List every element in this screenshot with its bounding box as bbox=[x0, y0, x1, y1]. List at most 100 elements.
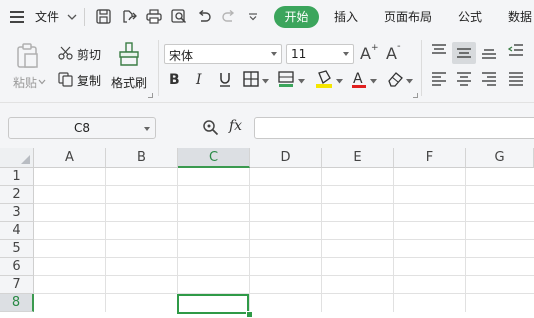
grid-line bbox=[34, 293, 534, 294]
svg-text:+: + bbox=[371, 43, 378, 53]
paste-button[interactable]: 粘贴 bbox=[13, 74, 37, 91]
file-menu[interactable]: 文件 bbox=[35, 0, 59, 34]
tab-page-layout[interactable]: 页面布局 bbox=[384, 0, 432, 34]
column-header-selected[interactable]: C bbox=[178, 148, 250, 168]
fill-handle[interactable] bbox=[246, 311, 253, 318]
print-preview-icon[interactable] bbox=[171, 9, 187, 24]
row-header[interactable]: 2 bbox=[0, 186, 34, 204]
zoom-search-icon[interactable] bbox=[202, 119, 219, 136]
decrease-font-size-icon[interactable]: A - bbox=[386, 42, 404, 62]
chevron-down-icon[interactable] bbox=[67, 13, 77, 21]
chevron-down-icon[interactable] bbox=[406, 79, 413, 84]
format-painter-button[interactable]: 格式刷 bbox=[111, 74, 147, 91]
font-name-value: 宋体 bbox=[169, 49, 194, 63]
increase-font-size-icon[interactable]: A + bbox=[360, 42, 378, 62]
row-header[interactable]: 5 bbox=[0, 240, 34, 258]
svg-text:B: B bbox=[169, 72, 180, 87]
svg-text:I: I bbox=[195, 72, 202, 87]
row-header[interactable]: 7 bbox=[0, 276, 34, 294]
column-header[interactable]: E bbox=[322, 148, 394, 168]
chevron-down-icon bbox=[271, 52, 277, 56]
align-center-icon[interactable] bbox=[456, 72, 472, 86]
row-header[interactable]: 3 bbox=[0, 204, 34, 222]
column-header[interactable]: F bbox=[394, 148, 466, 168]
tab-home[interactable]: 开始 bbox=[274, 6, 319, 28]
grid-line bbox=[177, 168, 178, 312]
decrease-indent-icon[interactable] bbox=[508, 44, 524, 58]
grid-line bbox=[34, 185, 534, 186]
ribbon-toolbar: 粘贴 剪切 复制 格式刷 宋体 11 A + A - B I A bbox=[0, 34, 534, 103]
grid-line bbox=[34, 221, 534, 222]
copy-icon bbox=[58, 72, 73, 87]
active-cell-c8[interactable] bbox=[177, 294, 249, 314]
select-all-button[interactable] bbox=[0, 148, 34, 168]
row-header[interactable]: 1 bbox=[0, 168, 34, 186]
column-header[interactable]: A bbox=[34, 148, 106, 168]
chevron-down-icon[interactable] bbox=[370, 79, 377, 84]
font-name-select[interactable]: 宋体 bbox=[164, 44, 282, 64]
name-box-value: C8 bbox=[73, 121, 90, 135]
align-top-icon[interactable] bbox=[431, 44, 447, 58]
fill-color-icon[interactable] bbox=[315, 70, 333, 89]
grid-line bbox=[249, 168, 250, 312]
align-middle-button[interactable] bbox=[452, 42, 476, 64]
save-icon[interactable] bbox=[96, 9, 111, 24]
select-all-triangle-icon bbox=[21, 155, 30, 164]
name-box[interactable]: C8 bbox=[8, 117, 156, 139]
align-middle-icon bbox=[457, 48, 471, 58]
italic-icon[interactable]: I bbox=[194, 71, 206, 87]
redo-icon[interactable] bbox=[222, 10, 236, 23]
cell-style-icon[interactable] bbox=[278, 70, 296, 88]
formula-input[interactable] bbox=[254, 117, 534, 139]
spreadsheet-grid[interactable]: A B C D E F G 1 2 3 4 5 6 7 8 bbox=[0, 148, 534, 318]
borders-icon[interactable] bbox=[243, 71, 259, 87]
align-left-icon[interactable] bbox=[431, 72, 447, 86]
svg-text:A: A bbox=[353, 71, 363, 87]
print-icon[interactable] bbox=[146, 9, 162, 24]
align-right-icon[interactable] bbox=[481, 72, 497, 86]
paste-icon[interactable] bbox=[16, 43, 40, 69]
menu-divider bbox=[84, 8, 85, 26]
grid-line bbox=[105, 168, 106, 312]
grid-line bbox=[393, 168, 394, 312]
bold-icon[interactable]: B bbox=[168, 71, 182, 87]
undo-icon[interactable] bbox=[197, 10, 211, 23]
tab-formulas[interactable]: 公式 bbox=[458, 0, 482, 34]
underline-icon[interactable] bbox=[218, 71, 232, 88]
svg-text:A: A bbox=[386, 44, 397, 62]
paste-dropdown-icon[interactable] bbox=[38, 79, 46, 85]
font-color-icon[interactable]: A bbox=[351, 70, 367, 89]
column-header[interactable]: G bbox=[466, 148, 534, 168]
insert-function-button[interactable]: fx bbox=[229, 118, 242, 134]
chevron-down-icon[interactable] bbox=[144, 127, 150, 131]
menu-bar: 文件 开始 插入 页面布局 公式 数据 bbox=[0, 0, 534, 34]
row-header-selected[interactable]: 8 bbox=[0, 294, 34, 312]
font-size-value: 11 bbox=[291, 47, 307, 61]
quick-access-dropdown-icon[interactable] bbox=[248, 13, 258, 21]
export-icon[interactable] bbox=[121, 9, 137, 24]
column-header[interactable]: D bbox=[250, 148, 322, 168]
grid-line bbox=[34, 203, 534, 204]
align-bottom-icon[interactable] bbox=[481, 45, 497, 59]
column-header[interactable]: B bbox=[106, 148, 178, 168]
chevron-down-icon[interactable] bbox=[336, 79, 343, 84]
justify-icon[interactable] bbox=[508, 72, 524, 86]
cut-button[interactable]: 剪切 bbox=[77, 46, 101, 63]
tab-data[interactable]: 数据 bbox=[508, 0, 532, 34]
chevron-down-icon[interactable] bbox=[262, 79, 269, 84]
row-header[interactable]: 6 bbox=[0, 258, 34, 276]
grid-line bbox=[34, 239, 534, 240]
font-size-select[interactable]: 11 bbox=[286, 44, 354, 64]
grid-line bbox=[465, 168, 466, 312]
copy-button[interactable]: 复制 bbox=[77, 72, 101, 89]
ribbon-divider bbox=[158, 40, 159, 96]
grid-line bbox=[321, 168, 322, 312]
tab-insert[interactable]: 插入 bbox=[334, 0, 358, 34]
ribbon-divider bbox=[421, 40, 422, 96]
chevron-down-icon[interactable] bbox=[298, 79, 305, 84]
menu-icon[interactable] bbox=[10, 11, 24, 23]
eraser-icon[interactable] bbox=[387, 71, 404, 87]
clipboard-dialog-launcher[interactable] bbox=[148, 93, 153, 98]
font-dialog-launcher[interactable] bbox=[413, 93, 418, 98]
row-header[interactable]: 4 bbox=[0, 222, 34, 240]
